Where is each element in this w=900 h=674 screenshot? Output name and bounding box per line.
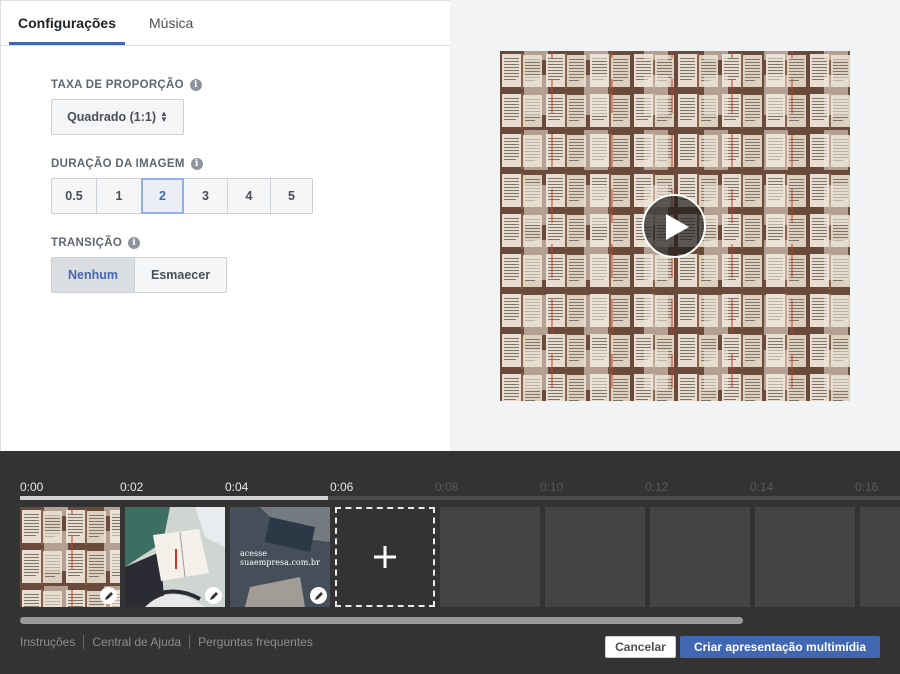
image-duration-selector: 0.5 1 2 3 4 5 (51, 178, 313, 214)
info-icon[interactable]: i (189, 79, 202, 91)
cancel-button[interactable]: Cancelar (605, 636, 676, 658)
duration-option-1[interactable]: 1 (96, 178, 141, 214)
settings-panel: Configurações Música TAXA DE PROPORÇÃO i… (0, 0, 450, 451)
timeline-track[interactable] (20, 496, 900, 500)
empty-slot (650, 507, 750, 607)
time-tick: 0:10 (540, 480, 564, 494)
timeline-progress (20, 496, 328, 500)
plus-icon (337, 509, 433, 605)
clip-promo-text: acesse suaempresa.com.br (240, 549, 320, 567)
image-duration-label-text: DURAÇÃO DA IMAGEM (51, 158, 185, 170)
time-tick: 0:00 (20, 480, 44, 494)
sort-arrows-icon: ▲ ▼ (159, 109, 168, 124)
aspect-ratio-label-text: TAXA DE PROPORÇÃO (51, 79, 184, 91)
divider (83, 635, 85, 649)
time-tick: 0:08 (435, 480, 459, 494)
pencil-icon[interactable] (205, 587, 222, 604)
aspect-ratio-select[interactable]: Quadrado (1:1) ▲ ▼ (51, 99, 184, 135)
duration-option-3[interactable]: 3 (184, 178, 227, 214)
duration-option-4[interactable]: 4 (227, 178, 270, 214)
time-tick: 0:14 (750, 480, 774, 494)
divider (189, 635, 191, 649)
instructions-link[interactable]: Instruções (20, 635, 75, 649)
image-duration-label: DURAÇÃO DA IMAGEM i (51, 158, 203, 170)
pencil-icon[interactable] (100, 587, 117, 604)
tab-configuracoes[interactable]: Configurações (9, 1, 125, 45)
timeline-clip-1[interactable] (20, 507, 120, 607)
time-tick: 0:12 (645, 480, 669, 494)
tab-bar: Configurações Música (1, 1, 450, 46)
time-tick: 0:04 (225, 480, 249, 494)
aspect-ratio-label: TAXA DE PROPORÇÃO i (51, 79, 202, 91)
duration-option-0-5[interactable]: 0.5 (51, 178, 96, 214)
footer-links: Instruções Central de Ajuda Perguntas fr… (20, 635, 313, 649)
empty-slot (755, 507, 855, 607)
duration-option-2[interactable]: 2 (141, 178, 184, 214)
transition-selector: Nenhum Esmaecer (51, 257, 228, 293)
add-image-button[interactable] (335, 507, 435, 607)
info-icon[interactable]: i (128, 237, 141, 249)
help-center-link[interactable]: Central de Ajuda (92, 635, 181, 649)
tab-musica[interactable]: Música (149, 1, 193, 45)
play-button[interactable] (642, 194, 706, 258)
slideshow-preview[interactable] (500, 51, 850, 401)
transition-label: TRANSIÇÃO i (51, 237, 141, 249)
duration-option-5[interactable]: 5 (270, 178, 313, 214)
transition-label-text: TRANSIÇÃO (51, 237, 123, 249)
faq-link[interactable]: Perguntas frequentes (198, 635, 313, 649)
time-tick: 0:16 (855, 480, 879, 494)
transition-option-esmaecer[interactable]: Esmaecer (134, 257, 228, 293)
time-tick: 0:06 (330, 480, 354, 494)
info-icon[interactable]: i (190, 158, 203, 170)
transition-option-nenhum[interactable]: Nenhum (51, 257, 134, 293)
settings-area: Configurações Música TAXA DE PROPORÇÃO i… (0, 0, 900, 451)
empty-slot (545, 507, 645, 607)
create-slideshow-button[interactable]: Criar apresentação multimídia (680, 636, 880, 658)
time-tick: 0:02 (120, 480, 144, 494)
timeline-area: 0:00 0:02 0:04 0:06 0:08 0:10 0:12 0:14 … (0, 451, 900, 674)
timeline-clip-3[interactable]: acesse suaempresa.com.br (230, 507, 330, 607)
play-icon (666, 214, 689, 240)
empty-slot (440, 507, 540, 607)
timeline-clip-2[interactable] (125, 507, 225, 607)
pencil-icon[interactable] (310, 587, 327, 604)
aspect-ratio-value: Quadrado (1:1) (67, 110, 156, 124)
empty-slot (860, 507, 900, 607)
timeline-scrollbar[interactable] (20, 617, 743, 624)
